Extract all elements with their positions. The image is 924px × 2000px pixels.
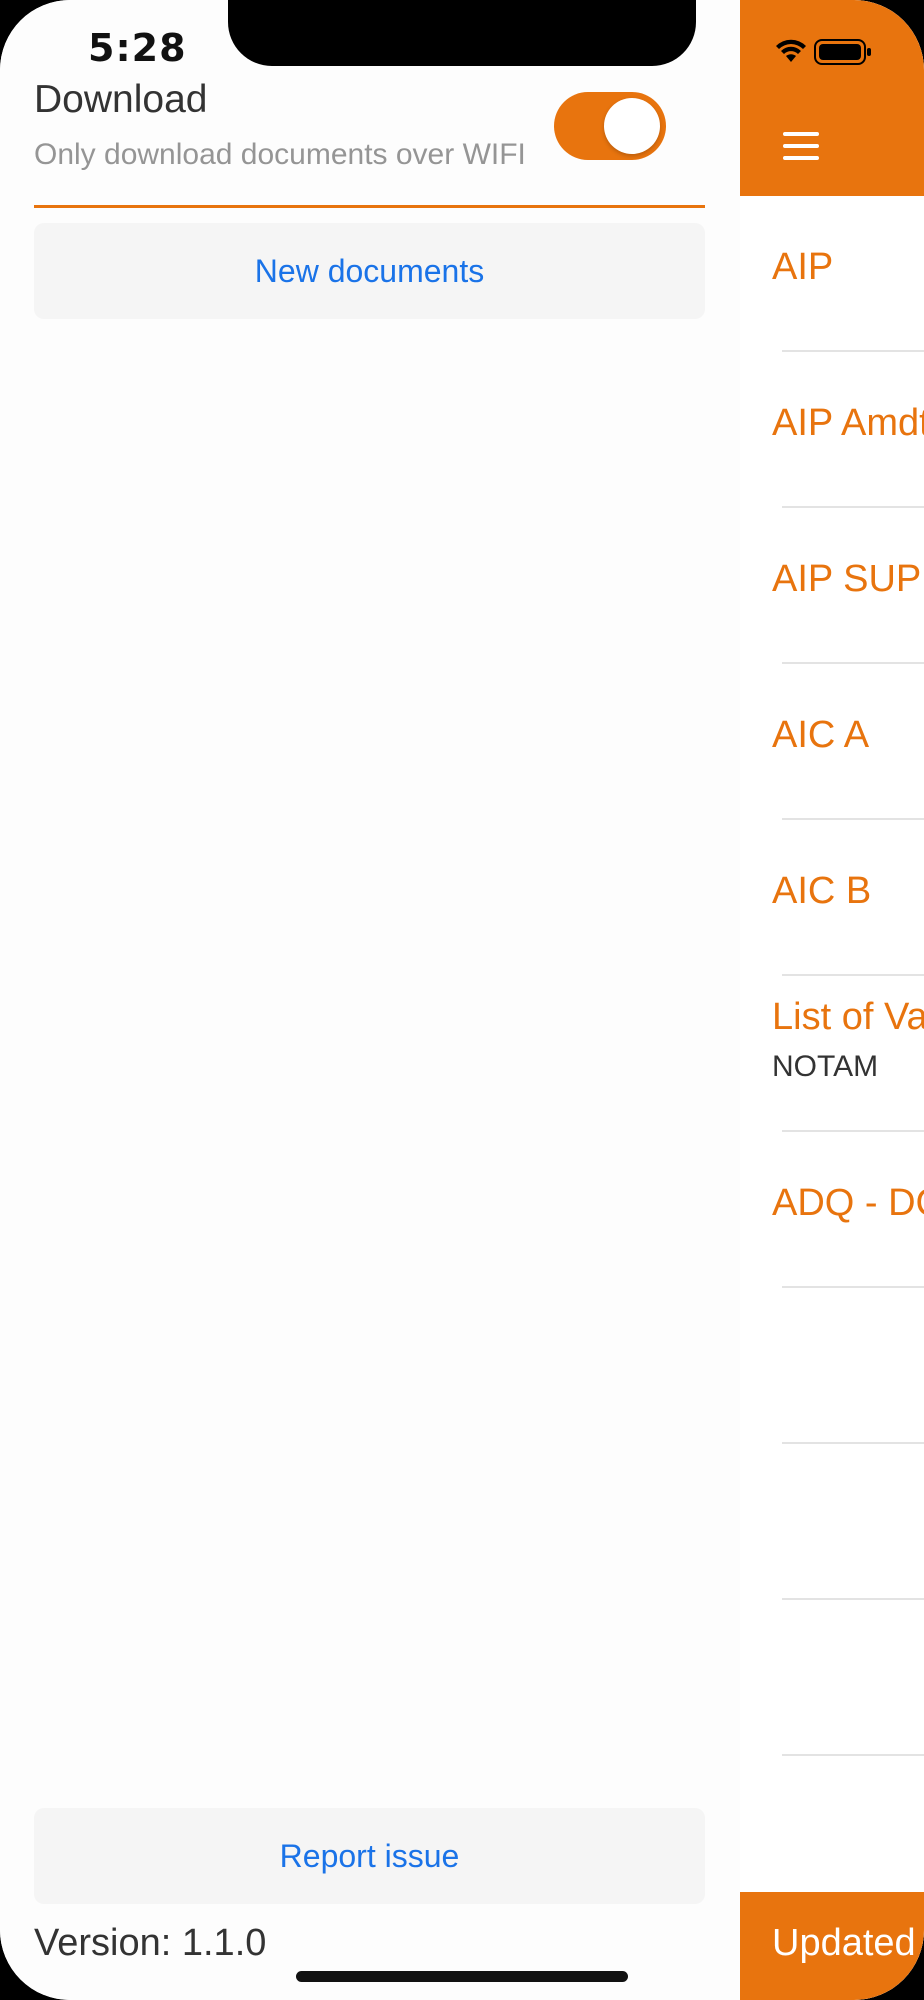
list-item-subtitle: NOTAM bbox=[772, 1050, 879, 1083]
status-icons: •••• bbox=[739, 36, 892, 66]
download-subtitle: Only download documents over WIFI bbox=[34, 138, 526, 171]
list-item[interactable]: AIP Amdt bbox=[739, 352, 924, 508]
list-item[interactable]: List of Va NOTAM bbox=[739, 976, 924, 1132]
header-bar: •••• bbox=[739, 0, 924, 196]
list-item-label: AIC A bbox=[772, 714, 870, 756]
wifi-icon bbox=[776, 39, 806, 62]
download-title: Download bbox=[34, 78, 208, 121]
main-content: •••• AIP AIP Amdt AIP SUP AIC A AIC B List of… bbox=[739, 0, 924, 2000]
list-item-label: ADQ - DC bbox=[772, 1182, 924, 1224]
list-item[interactable] bbox=[739, 1600, 924, 1756]
status-time: 5:28 bbox=[88, 26, 187, 70]
phone-screen: •••• AIP AIP Amdt AIP SUP AIC A AIC B List of… bbox=[0, 0, 924, 2000]
list-item-label: AIP bbox=[772, 246, 834, 288]
updated-bar: Updated bbox=[739, 1892, 924, 2000]
list-item[interactable]: ADQ - DC bbox=[739, 1132, 924, 1288]
list-item[interactable] bbox=[739, 1288, 924, 1444]
battery-icon bbox=[814, 39, 871, 65]
list-item[interactable] bbox=[739, 1444, 924, 1600]
list-item-label: AIP Amdt bbox=[772, 402, 924, 444]
side-drawer: 5:28 Download Only download documents ov… bbox=[0, 0, 740, 2000]
hamburger-icon[interactable] bbox=[783, 132, 819, 160]
notch bbox=[228, 0, 696, 66]
section-divider bbox=[34, 205, 705, 208]
new-documents-button[interactable]: New documents bbox=[34, 223, 705, 319]
home-indicator bbox=[296, 1971, 628, 1982]
toggle-knob bbox=[604, 98, 660, 154]
updated-label: Updated bbox=[772, 1922, 916, 1964]
version-text: Version: 1.1.0 bbox=[34, 1922, 267, 1964]
list-item[interactable]: AIC A bbox=[739, 664, 924, 820]
list-item-label: List of Va bbox=[772, 996, 924, 1038]
list-item-label: AIC B bbox=[772, 870, 872, 912]
report-issue-button[interactable]: Report issue bbox=[34, 1808, 705, 1904]
list-item-label: AIP SUP bbox=[772, 558, 922, 600]
list-divider bbox=[782, 1754, 924, 1756]
list-item[interactable]: AIP bbox=[739, 196, 924, 352]
wifi-only-toggle[interactable] bbox=[554, 92, 666, 160]
list-item[interactable]: AIP SUP bbox=[739, 508, 924, 664]
list-item[interactable]: AIC B bbox=[739, 820, 924, 976]
